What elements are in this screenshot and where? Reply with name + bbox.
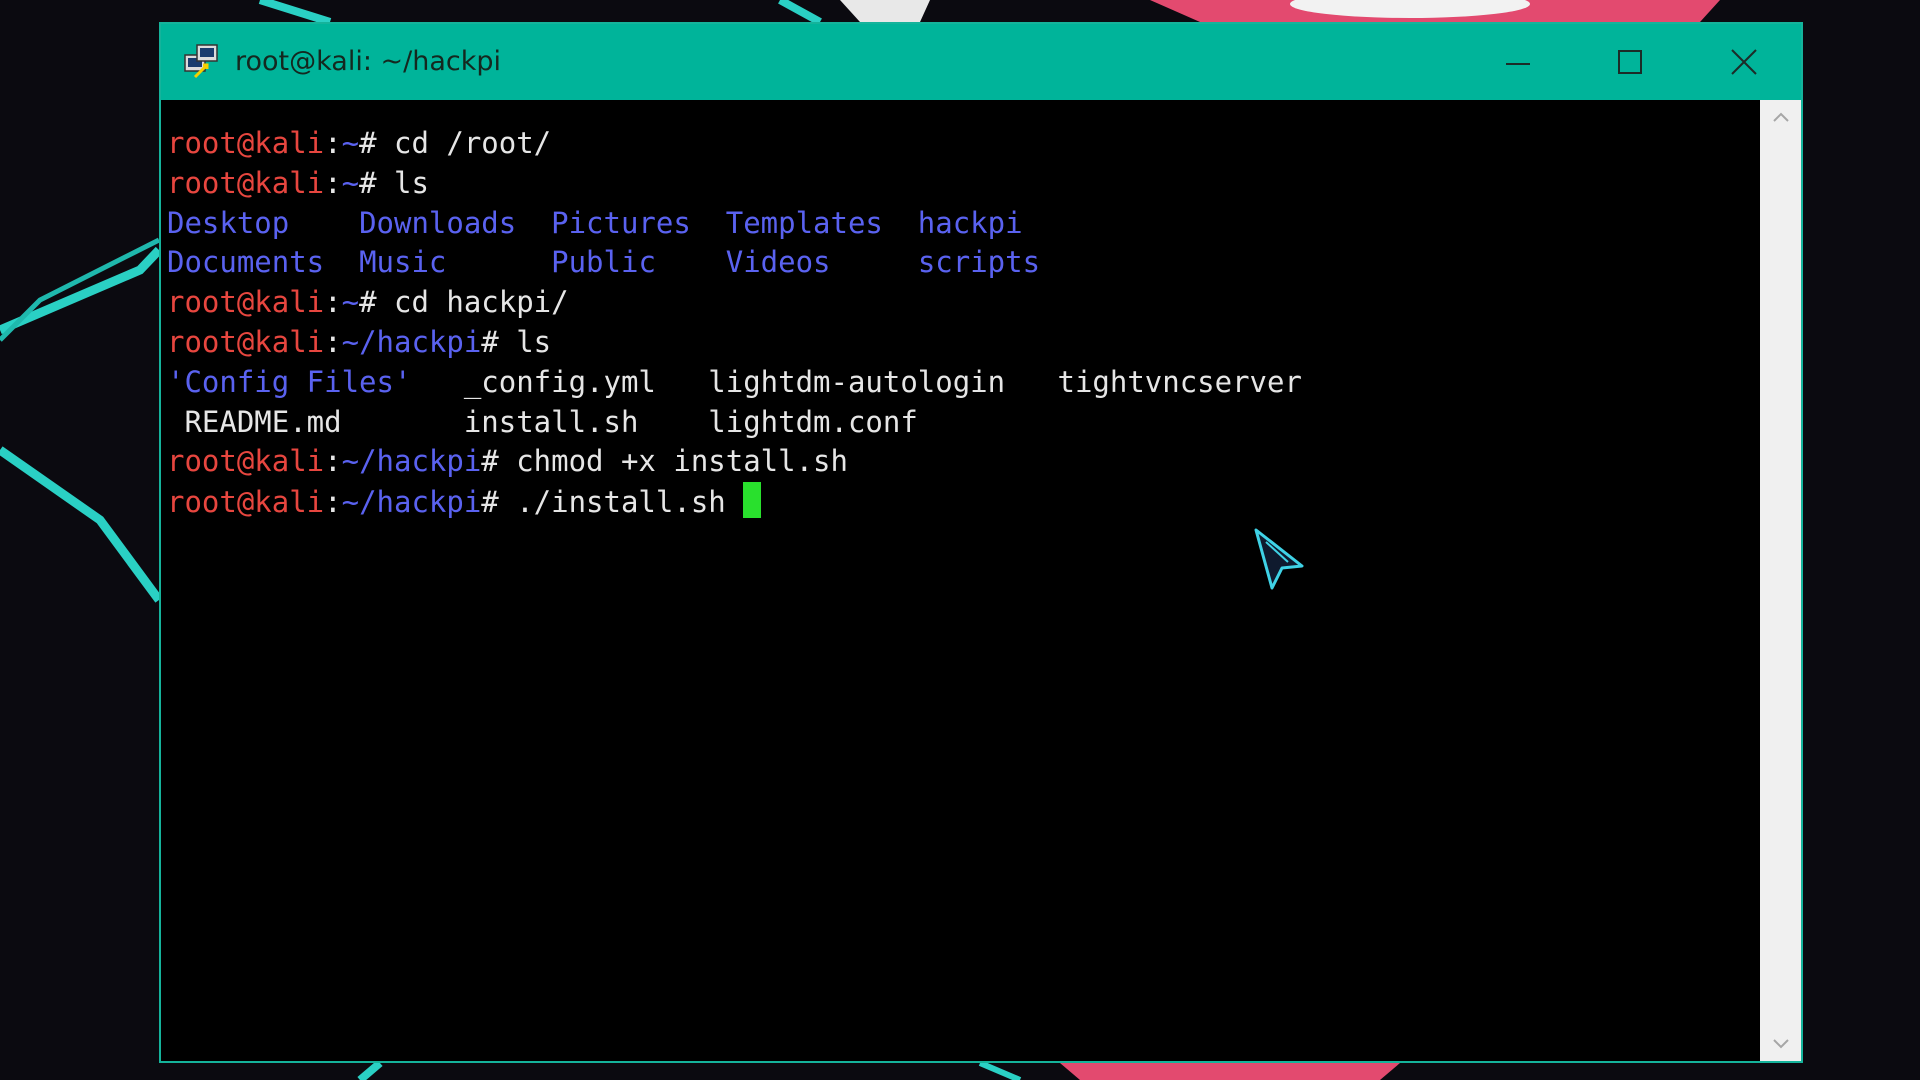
prompt-line: root@kali:~# ls xyxy=(167,164,1302,204)
file-entry: tightvncserver xyxy=(1057,364,1302,399)
putty-icon xyxy=(184,44,218,79)
prompt-hash: # xyxy=(481,444,517,479)
directory-entry: hackpi xyxy=(917,205,1023,240)
file-entry: lightdm-autologin xyxy=(708,364,1006,399)
prompt-path: ~ xyxy=(341,126,360,160)
file-entry: README.md xyxy=(167,404,342,439)
command-text: cd /root/ xyxy=(394,126,552,160)
terminal-output[interactable]: root@kali:~# cd /root/root@kali:~# ls Des… xyxy=(161,100,1760,1061)
scroll-up-button[interactable] xyxy=(1760,100,1801,134)
prompt-line: root@kali:~# cd hackpi/ xyxy=(167,283,1302,323)
prompt-hash: # xyxy=(359,285,394,320)
directory-entry: Pictures xyxy=(551,205,691,240)
prompt-user: root@kali xyxy=(167,324,325,359)
prompt-user: root@kali xyxy=(167,485,325,520)
directory-entry: 'Config Files' xyxy=(167,364,412,399)
terminal-window[interactable]: root@kali: ~/hackpi root@kali:~# cd /roo… xyxy=(159,22,1803,1063)
prompt-line: root@kali:~/hackpi# ./install.sh xyxy=(167,482,1302,522)
prompt-path: ~ xyxy=(341,285,360,320)
maximize-button[interactable] xyxy=(1585,24,1675,100)
prompt-path: ~/hackpi xyxy=(341,485,482,520)
file-entry: install.sh xyxy=(463,404,639,439)
chevron-down-icon xyxy=(1772,1039,1789,1049)
prompt-separator: : xyxy=(324,126,342,160)
prompt-path: ~ xyxy=(341,165,360,200)
prompt-separator: : xyxy=(324,285,342,320)
close-button[interactable] xyxy=(1699,24,1789,100)
prompt-path: ~/hackpi xyxy=(341,324,482,359)
prompt-line: root@kali:~# cd /root/ xyxy=(167,124,1302,164)
prompt-hash: # xyxy=(481,324,517,359)
prompt-path: ~/hackpi xyxy=(341,444,482,479)
prompt-user: root@kali xyxy=(167,126,325,160)
maximize-icon xyxy=(1618,50,1642,74)
window-title: root@kali: ~/hackpi xyxy=(235,46,502,77)
prompt-hash: # xyxy=(359,126,394,160)
minimize-button[interactable] xyxy=(1473,24,1563,100)
close-icon xyxy=(1731,49,1757,75)
command-text: chmod +x install.sh xyxy=(516,444,848,479)
directory-entry: Templates xyxy=(725,205,883,240)
mouse-pointer-icon xyxy=(1254,528,1304,590)
ls-output-line: Desktop Downloads Pictures Templates hac… xyxy=(167,204,1302,244)
scroll-down-button[interactable] xyxy=(1760,1027,1801,1061)
directory-entry: Public xyxy=(551,245,656,280)
directory-entry: Desktop xyxy=(167,205,290,240)
title-bar[interactable]: root@kali: ~/hackpi xyxy=(161,24,1801,100)
directory-entry: Videos xyxy=(725,245,831,280)
prompt-user: root@kali xyxy=(167,165,325,200)
prompt-hash: # xyxy=(481,485,517,520)
minimize-icon xyxy=(1506,63,1530,65)
ls-output-line: README.md install.sh lightdm.conf xyxy=(167,403,1302,443)
prompt-user: root@kali xyxy=(167,444,325,479)
directory-entry: Documents xyxy=(167,245,325,280)
directory-entry: Music xyxy=(359,245,447,280)
prompt-line: root@kali:~/hackpi# chmod +x install.sh xyxy=(167,442,1302,482)
terminal-lines: root@kali:~# cd /root/root@kali:~# ls Des… xyxy=(167,124,1302,522)
prompt-user: root@kali xyxy=(167,285,325,320)
directory-entry: scripts xyxy=(917,245,1041,280)
text-cursor xyxy=(743,482,762,519)
ls-output-line: Documents Music Public Videos scripts xyxy=(167,243,1302,283)
prompt-separator: : xyxy=(324,485,342,520)
file-entry: _config.yml xyxy=(463,364,656,399)
prompt-separator: : xyxy=(324,324,342,359)
vertical-scrollbar[interactable] xyxy=(1760,100,1801,1061)
prompt-separator: : xyxy=(324,165,342,200)
command-text: ls xyxy=(394,165,429,200)
prompt-hash: # xyxy=(359,165,394,200)
ls-output-line: 'Config Files' _config.yml lightdm-autol… xyxy=(167,363,1302,403)
prompt-line: root@kali:~/hackpi# ls xyxy=(167,323,1302,363)
command-text: ./install.sh xyxy=(516,485,744,520)
file-entry: lightdm.conf xyxy=(708,404,918,439)
directory-entry: Downloads xyxy=(359,205,517,240)
command-text: ls xyxy=(516,324,552,359)
command-text: cd hackpi/ xyxy=(394,285,569,320)
chevron-up-icon xyxy=(1772,112,1789,122)
prompt-separator: : xyxy=(324,444,342,479)
